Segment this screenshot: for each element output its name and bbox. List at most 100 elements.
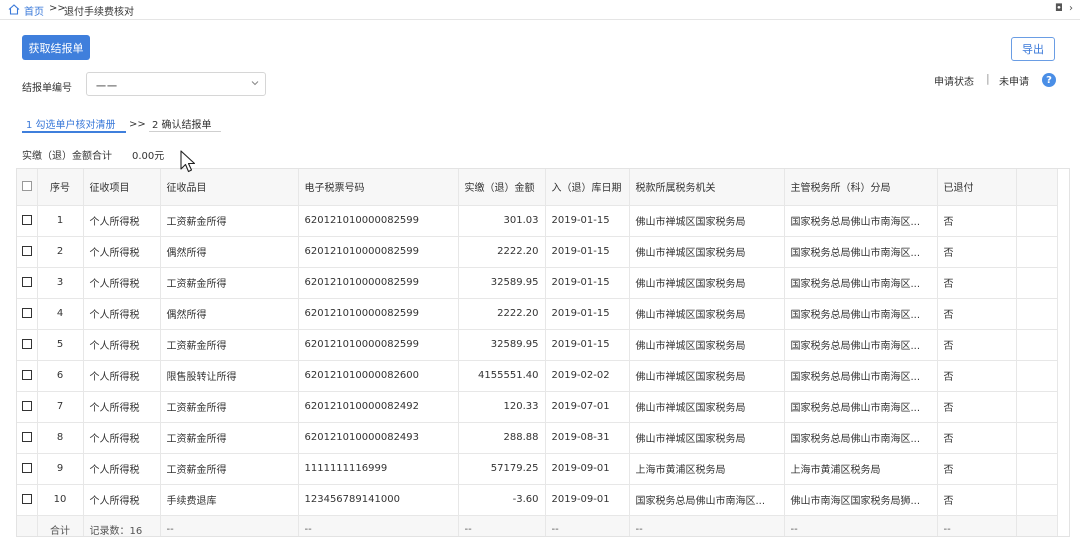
breadcrumb-bar: 首页 >> 退付手续费核对 ◘ › [0, 0, 1080, 20]
column-header[interactable]: 实缴（退）金额 [458, 169, 546, 206]
report-number-select[interactable]: 一一 [86, 72, 266, 96]
column-header[interactable]: 电子税票号码 [298, 169, 459, 206]
table-row[interactable]: 1 个人所得税 工资薪金所得 620121010000082599 301.03 2019… [17, 205, 1058, 237]
column-header[interactable]: 序号 [37, 169, 84, 206]
table-cell: 620121010000082493 [298, 422, 459, 454]
table-cell-filler [1016, 453, 1058, 485]
table-cell: 个人所得税 [83, 298, 161, 330]
table-cell-filler [1016, 484, 1058, 516]
step-2-tab[interactable]: 2 确认结报单 [149, 114, 221, 132]
table-cell: 6 [37, 360, 84, 392]
table-cell: 否 [937, 329, 1017, 361]
table-cell: 1111111116999 [298, 453, 459, 485]
column-header[interactable]: 征收项目 [83, 169, 161, 206]
table-cell: 偶然所得 [160, 298, 299, 330]
select-all-checkbox[interactable] [17, 169, 38, 206]
table-cell: 个人所得税 [83, 329, 161, 361]
breadcrumb-home-link[interactable]: 首页 [24, 3, 44, 18]
row-checkbox[interactable] [21, 370, 32, 380]
row-select-cell[interactable] [17, 236, 38, 268]
home-icon[interactable] [8, 4, 20, 15]
row-checkbox[interactable] [21, 246, 32, 256]
row-checkbox[interactable] [21, 215, 32, 225]
row-select-cell[interactable] [17, 298, 38, 330]
row-select-cell[interactable] [17, 422, 38, 454]
help-icon[interactable]: ? [1042, 73, 1056, 87]
table-cell: 否 [937, 205, 1017, 237]
table-row[interactable]: 5 个人所得税 工资薪金所得 620121010000082599 32589.95 20… [17, 329, 1058, 361]
table-cell-filler [1016, 360, 1058, 392]
column-header[interactable]: 征收品目 [160, 169, 299, 206]
table-cell: 否 [937, 360, 1017, 392]
footer-total-label: 合计 [37, 515, 84, 536]
row-checkbox[interactable] [21, 494, 32, 504]
table-cell: 620121010000082599 [298, 329, 459, 361]
row-select-cell[interactable] [17, 391, 38, 423]
table-cell: 否 [937, 298, 1017, 330]
column-header[interactable]: 主管税务所（科）分局 [784, 169, 938, 206]
table-cell: 8 [37, 422, 84, 454]
checkbox[interactable] [21, 181, 32, 192]
table-cell: 佛山市禅城区国家税务局 [629, 360, 785, 392]
table-cell-filler [1016, 329, 1058, 361]
table-row[interactable]: 3 个人所得税 工资薪金所得 620121010000082599 32589.95 20… [17, 267, 1058, 299]
row-select-cell[interactable] [17, 453, 38, 485]
table-row[interactable]: 2 个人所得税 偶然所得 620121010000082599 2222.20 2019-… [17, 236, 1058, 268]
fetch-report-button[interactable]: 获取结报单 [22, 35, 90, 60]
table-cell: 4155551.40 [458, 360, 546, 392]
row-checkbox[interactable] [21, 432, 32, 442]
column-header-filler [1016, 169, 1058, 206]
footer-record-count: 记录数：16 [83, 515, 161, 536]
table-cell: 上海市黄浦区税务局 [784, 453, 938, 485]
row-checkbox[interactable] [21, 277, 32, 287]
row-checkbox[interactable] [21, 463, 32, 473]
step-1-tab[interactable]: 1 勾选单户核对清册 [26, 116, 116, 131]
table-cell: 国家税务总局佛山市南海区... [784, 298, 938, 330]
footer-placeholder: -- [298, 515, 459, 536]
row-checkbox[interactable] [21, 339, 32, 349]
table-cell: 限售股转让所得 [160, 360, 299, 392]
table-cell: 否 [937, 422, 1017, 454]
table-row[interactable]: 10 个人所得税 手续费退库 123456789141000 -3.60 2019-09-… [17, 484, 1058, 516]
table-row[interactable]: 6 个人所得税 限售股转让所得 620121010000082600 4155551.4… [17, 360, 1058, 392]
table-cell-filler [1016, 205, 1058, 237]
table-cell: 国家税务总局佛山市南海区... [629, 484, 785, 516]
table-cell: 佛山市南海区国家税务局狮... [784, 484, 938, 516]
footer-placeholder: -- [160, 515, 299, 536]
more-icon[interactable]: › [1069, 3, 1073, 14]
table-cell: 2 [37, 236, 84, 268]
table-cell: 620121010000082599 [298, 236, 459, 268]
column-header[interactable]: 已退付 [937, 169, 1017, 206]
row-select-cell[interactable] [17, 360, 38, 392]
row-select-cell[interactable] [17, 205, 38, 237]
table-cell: 2019-01-15 [545, 329, 630, 361]
table-cell-filler [1016, 422, 1058, 454]
row-checkbox[interactable] [21, 308, 32, 318]
table-cell-filler [1016, 236, 1058, 268]
table-cell: 个人所得税 [83, 205, 161, 237]
table-cell: 佛山市禅城区国家税务局 [629, 298, 785, 330]
footer-placeholder: -- [937, 515, 1017, 536]
table-row[interactable]: 9 个人所得税 工资薪金所得 1111111116999 57179.25 2019-09… [17, 453, 1058, 485]
row-select-cell[interactable] [17, 484, 38, 516]
row-select-cell[interactable] [17, 267, 38, 299]
table-cell: 国家税务总局佛山市南海区... [784, 422, 938, 454]
table-cell: 工资薪金所得 [160, 205, 299, 237]
column-header[interactable]: 入（退）库日期 [545, 169, 630, 206]
table-cell: 620121010000082599 [298, 267, 459, 299]
table-cell: 个人所得税 [83, 360, 161, 392]
table-row[interactable]: 8 个人所得税 工资薪金所得 620121010000082493 288.88 2019… [17, 422, 1058, 454]
table-row[interactable]: 7 个人所得税 工资薪金所得 620121010000082492 120.33 2019… [17, 391, 1058, 423]
table-cell: 2019-07-01 [545, 391, 630, 423]
table-row[interactable]: 4 个人所得税 偶然所得 620121010000082599 2222.20 2019-… [17, 298, 1058, 330]
records-grid: 序号 征收项目 征收品目 电子税票号码 实缴（退）金额 入（退）库日期 税款所属… [17, 169, 1058, 536]
row-checkbox[interactable] [21, 401, 32, 411]
footer-placeholder: -- [629, 515, 785, 536]
table-cell: 国家税务总局佛山市南海区... [784, 329, 938, 361]
restore-window-icon[interactable]: ◘ [1055, 3, 1063, 14]
table-cell: 2019-09-01 [545, 453, 630, 485]
column-header[interactable]: 税款所属税务机关 [629, 169, 785, 206]
row-select-cell[interactable] [17, 329, 38, 361]
table-cell: 5 [37, 329, 84, 361]
export-button[interactable]: 导出 [1011, 37, 1055, 61]
